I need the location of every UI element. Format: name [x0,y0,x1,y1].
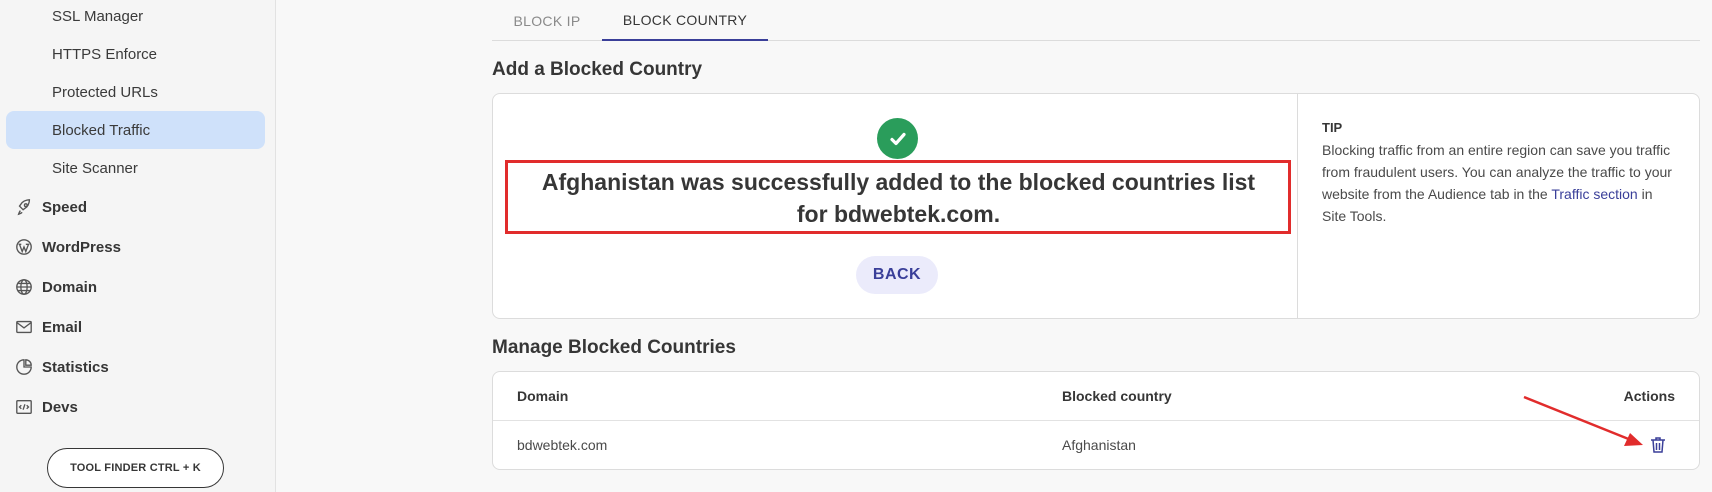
sidebar-item-protected-urls[interactable]: Protected URLs [6,73,265,111]
tip-title: TIP [1322,120,1343,135]
code-icon [14,397,34,417]
globe-icon [14,277,34,297]
sidebar-item-https-enforce[interactable]: HTTPS Enforce [6,35,265,73]
sidebar-item-label: Blocked Traffic [52,121,151,139]
sidebar-item-label: Devs [42,398,78,416]
card-divider [1297,94,1298,318]
sidebar-item-label: Domain [42,278,98,296]
envelope-icon [14,317,34,337]
column-header-blocked-country: Blocked country [1062,388,1172,404]
add-country-card: Afghanistan was successfully added to th… [492,93,1700,319]
tip-panel: TIP Blocking traffic from an entire regi… [1322,120,1678,227]
tab-bar: BLOCK IP BLOCK COUNTRY [492,0,1700,41]
sidebar-item-statistics[interactable]: Statistics [14,352,109,382]
trash-icon[interactable] [1647,434,1669,456]
add-section-title: Add a Blocked Country [492,59,703,80]
traffic-section-link[interactable]: Traffic section [1551,186,1637,202]
tool-finder-button[interactable]: TOOL FINDER CTRL + K [47,448,224,488]
pie-chart-icon [14,357,34,377]
sidebar-item-label: SSL Manager [52,7,144,25]
manage-section-title: Manage Blocked Countries [492,337,736,358]
sidebar-item-email[interactable]: Email [14,312,82,342]
sidebar-item-label: Email [42,318,83,336]
rocket-icon [14,197,34,217]
back-button[interactable]: BACK [856,256,938,294]
blocked-countries-table: Domain Blocked country Actions bdwebtek.… [492,371,1700,470]
sidebar-item-domain[interactable]: Domain [14,272,97,302]
tab-block-country[interactable]: BLOCK COUNTRY [602,0,768,41]
tip-text: Blocking traffic from an entire region c… [1322,139,1678,227]
sidebar-item-label: Speed [42,198,88,216]
sidebar-item-label: Statistics [42,358,109,376]
sidebar-item-label: WordPress [42,238,121,256]
row-blocked-country: Afghanistan [1062,437,1136,453]
sidebar-item-site-scanner[interactable]: Site Scanner [6,149,265,187]
sidebar-item-wordpress[interactable]: WordPress [14,232,121,262]
annotation-highlight-box [505,160,1291,234]
sidebar-item-devs[interactable]: Devs [14,392,78,422]
column-header-actions: Actions [1623,388,1675,404]
sidebar-item-label: HTTPS Enforce [52,45,158,63]
sidebar-item-label: Site Scanner [52,159,138,177]
sidebar-item-blocked-traffic[interactable]: Blocked Traffic [6,111,265,149]
wordpress-icon [14,237,34,257]
row-domain: bdwebtek.com [517,437,608,453]
column-header-domain: Domain [517,388,569,404]
success-check-icon [877,118,918,159]
sidebar-item-label: Protected URLs [52,83,158,101]
tab-block-ip[interactable]: BLOCK IP [492,0,602,41]
sidebar: SSL Manager HTTPS Enforce Protected URLs… [0,0,276,492]
sidebar-item-ssl-manager[interactable]: SSL Manager [6,0,265,35]
sidebar-item-speed[interactable]: Speed [14,192,87,222]
